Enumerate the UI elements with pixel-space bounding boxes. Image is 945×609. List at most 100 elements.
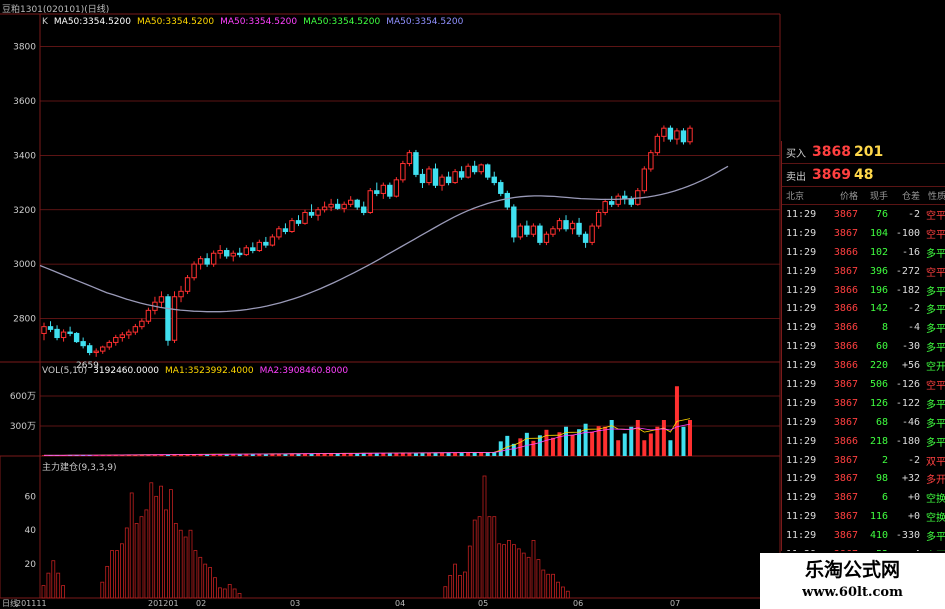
tick-row[interactable]: 11:29 3867 68 -46 多平: [782, 413, 945, 432]
price-tick-label: 3000: [13, 260, 36, 270]
indicator-bar: [159, 485, 164, 599]
candle-body: [648, 152, 654, 170]
candle-body: [582, 233, 589, 243]
tick-row[interactable]: 11:29 3867 98 +32 多开: [782, 469, 945, 488]
tick-volume: 218: [869, 435, 888, 447]
tick-row[interactable]: 11:29 3867 116 +0 空换: [782, 507, 945, 526]
indicator-bar: [100, 581, 105, 599]
tick-row[interactable]: 11:29 3866 102 -16 多平: [782, 243, 945, 262]
candle-body: [524, 225, 530, 235]
tick-time: 11:29: [786, 492, 817, 504]
tick-volume: 102: [869, 246, 888, 258]
candle-body: [478, 164, 484, 173]
tick-price: 3867: [833, 492, 858, 504]
tick-oi-change: -2: [907, 208, 920, 220]
volume-bar: [622, 433, 627, 456]
candle-body: [145, 309, 152, 322]
candle-body: [80, 341, 86, 347]
candle-body: [54, 328, 60, 339]
tick-row[interactable]: 11:29 3866 8 -4 多平: [782, 318, 945, 337]
tick-type: 空换: [926, 494, 945, 506]
tick-row[interactable]: 11:29 3866 142 -2 多平: [782, 299, 945, 318]
tick-price: 3867: [833, 416, 858, 428]
indicator-bar: [217, 587, 222, 599]
candle-body: [354, 199, 360, 208]
tick-oi-change: -180: [895, 435, 920, 447]
indicator-bar: [502, 544, 507, 599]
candle-body: [667, 127, 674, 140]
candle-body: [334, 203, 341, 209]
candle-body: [41, 326, 47, 334]
volume-bar: [583, 423, 588, 456]
candle-body: [485, 164, 491, 178]
indicator-bar: [516, 548, 521, 599]
candle-body: [687, 127, 693, 143]
quote-panel: 买入 3868 201 卖出 3869 48 北京 价格 现手 仓差 性质 11…: [781, 141, 945, 551]
candle-body: [295, 220, 302, 224]
candle-body: [158, 296, 165, 303]
candle-body: [276, 228, 282, 238]
indicator-bar: [531, 539, 536, 599]
tick-row[interactable]: 11:29 3867 104 -100 空平: [782, 224, 945, 243]
candle-body: [191, 263, 197, 279]
tick-row[interactable]: 11:29 3866 220 +56 空开: [782, 356, 945, 375]
indicator-bar: [105, 565, 110, 599]
candle-body: [361, 206, 367, 213]
price-tick-label: 2800: [13, 315, 36, 325]
tick-row[interactable]: 11:29 3867 2 -2 双平: [782, 451, 945, 470]
candle-body: [86, 345, 93, 353]
volume-bar: [648, 433, 653, 456]
candle-body: [589, 225, 595, 243]
tick-type: 多平: [926, 305, 945, 317]
buy-label: 买入: [786, 148, 806, 160]
tick-row[interactable]: 11:29386752+4空开: [782, 545, 945, 551]
tick-price: 3866: [833, 341, 858, 353]
tick-oi-change: -100: [895, 227, 920, 239]
volume-bar: [668, 440, 673, 456]
indicator-bar: [526, 556, 531, 599]
candle-body: [308, 211, 315, 216]
watermark-url: www.60lt.com: [802, 585, 903, 600]
tick-oi-change: +0: [907, 492, 920, 504]
tick-volume: 220: [869, 360, 888, 372]
tick-time: 11:29: [786, 246, 817, 258]
sell-price: 3869: [812, 167, 851, 183]
candle-body: [426, 168, 432, 184]
tick-time: 11:29: [786, 435, 817, 447]
tick-row[interactable]: 11:29 3867 506 -126 空平: [782, 375, 945, 394]
volume-bar: [570, 434, 575, 456]
date-axis-label: 05: [478, 599, 488, 608]
tick-price: 3866: [833, 435, 858, 447]
tick-price: 3866: [833, 322, 858, 334]
price-tick-label: 3200: [13, 206, 36, 216]
indicator-bar: [213, 577, 217, 599]
tick-row[interactable]: 11:29 3867 76 -2 空平: [782, 205, 945, 224]
tick-row[interactable]: 11:29 3866 60 -30 多平: [782, 337, 945, 356]
tick-row[interactable]: 11:29 3867 410 -330 多平: [782, 526, 945, 545]
tick-row[interactable]: 11:29 3866 218 -180 多平: [782, 432, 945, 451]
tick-row[interactable]: 11:29 3867 396 -272 空平: [782, 262, 945, 281]
tick-row[interactable]: 11:29 3867 6 +0 空换: [782, 488, 945, 507]
date-axis-label: 07: [670, 599, 680, 608]
ask-row: 卖出 3869 48: [782, 164, 945, 187]
indicator-tick-label: 20: [25, 560, 37, 570]
tick-table-body[interactable]: 11:29 3867 76 -2 空平 11:29 3867 104 -100 空平 11:29 38…: [782, 205, 945, 551]
tick-row[interactable]: 11:29 3867 126 -122 多平: [782, 394, 945, 413]
indicator-bar: [497, 543, 502, 599]
indicator-bar: [149, 482, 154, 599]
candle-body: [661, 127, 667, 137]
candle-body: [139, 320, 145, 328]
volume-bar: [642, 440, 647, 456]
tick-type: 多平: [926, 437, 945, 449]
candle-body: [93, 350, 99, 353]
tick-volume: 60: [875, 341, 888, 353]
volume-bar: [635, 420, 640, 456]
indicator-bar: [448, 575, 453, 599]
tick-volume: 396: [869, 265, 888, 277]
tick-volume: 76: [875, 208, 888, 220]
tick-type: 多平: [926, 343, 945, 355]
tick-row[interactable]: 11:29 3866 196 -182 多平: [782, 281, 945, 300]
tick-price: 3867: [833, 530, 858, 542]
tick-time: 11:29: [786, 360, 817, 372]
candle-body: [511, 206, 517, 238]
